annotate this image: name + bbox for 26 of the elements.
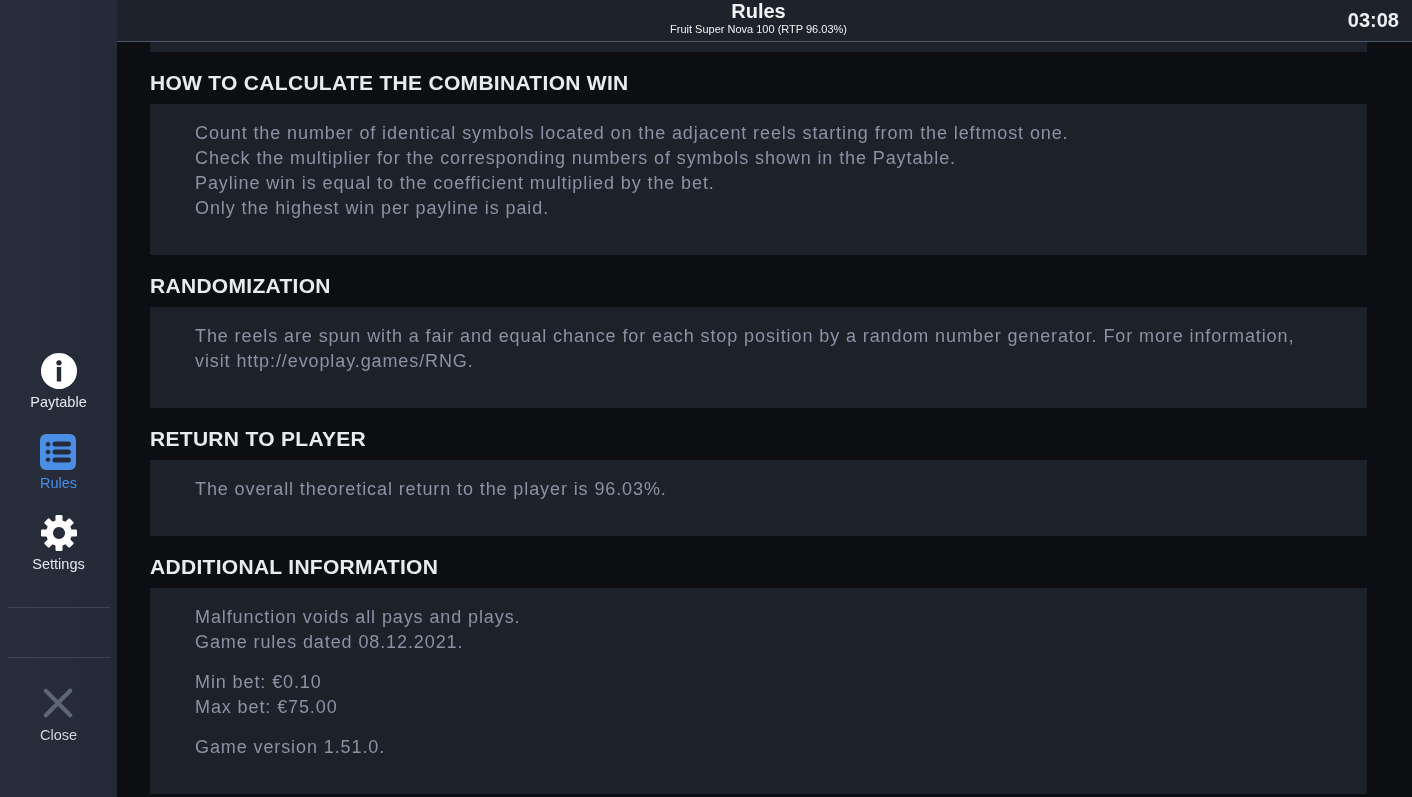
list-icon [40,434,77,470]
rule-text: Min bet: €0.10 [195,671,323,694]
sidebar-item[interactable]: Rules [39,434,78,491]
section-heading: RETURN TO PLAYER [150,426,367,452]
rule-text: Check the multiplier for the corresponding numbers of symbols shown in the Paytable. [195,147,957,170]
close-icon [43,688,74,718]
sidebar-item[interactable]: Paytable [30,353,87,410]
section-heading: HOW TO CALCULATE THE COMBINATION WIN [150,70,630,96]
info-icon [40,353,77,389]
page-title: Rules [731,0,786,22]
clock-time: 03:08 [1347,9,1399,31]
close-button[interactable]: Close [39,688,78,743]
rule-text: Only the highest win per payline is paid. [195,197,551,220]
rule-text: The overall theoretical return to the player is 96.03%. [195,478,668,501]
rule-text: Payline win is equal to the coefficient multiplied by the bet. [195,172,716,195]
rule-text: The reels are spun with a fair and equal chance for each stop position by a random number generator. For more information, visit http://evoplay.games/RNG. [195,325,1296,373]
game-subtitle: Fruit Super Nova 100 (RTP 96.03%) [670,22,847,36]
rule-text: Game version 1.51.0. [195,736,387,759]
rule-text: Malfunction voids all pays and plays. [195,606,522,629]
sidebar-item[interactable]: Settings [32,515,85,572]
rule-text: Max bet: €75.00 [195,696,339,719]
gear-icon [40,515,77,551]
rule-text: Count the number of identical symbols located on the adjacent reels starting from the leftmost one. [195,122,1070,145]
rule-text: Game rules dated 08.12.2021. [195,631,465,654]
section-heading: RANDOMIZATION [150,273,332,299]
section-heading: ADDITIONAL INFORMATION [150,554,440,580]
